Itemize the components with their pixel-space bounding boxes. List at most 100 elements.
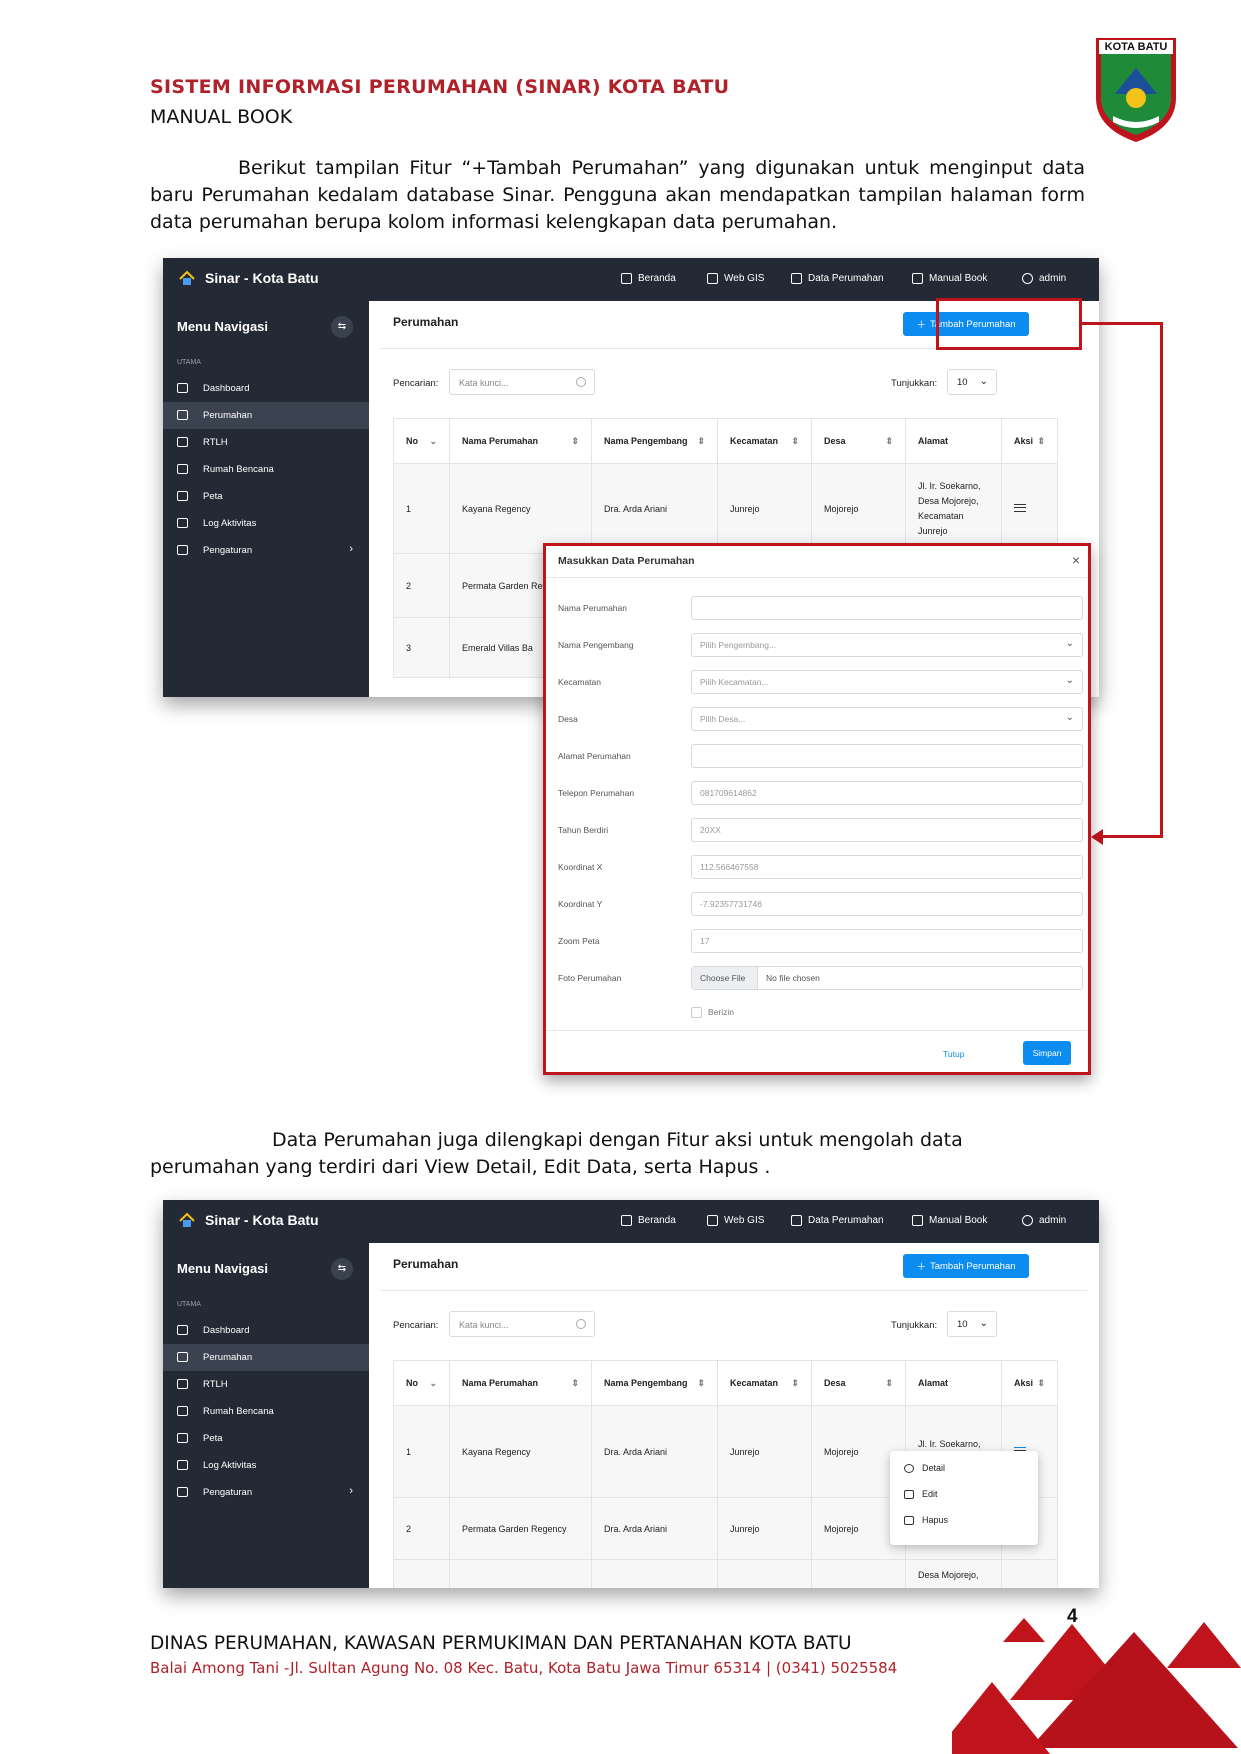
header-kecamatan[interactable]: Kecamatan ⇕ [717,418,812,464]
header-desa[interactable]: Desa ⇕ [811,1360,906,1406]
nav-webgis[interactable]: Web GIS [707,1215,764,1226]
edit-menu-item[interactable]: Edit [904,1489,938,1499]
header-no[interactable]: No ⌄ [393,418,450,464]
document-icon [791,273,802,284]
add-perumahan-button[interactable]: ＋ Tambah Perumahan [903,1254,1029,1278]
save-button[interactable]: Simpan [1023,1041,1071,1065]
nav-user[interactable]: admin [1022,273,1066,284]
close-button[interactable]: Tutup [943,1049,964,1059]
search-label: Pencarian: [393,1320,439,1331]
nav-beranda[interactable]: Beranda [621,273,676,284]
home-icon [621,273,632,284]
kota-batu-logo: KOTA BATU [1093,36,1179,144]
nama-perumahan-input[interactable] [691,596,1083,620]
sidebar-toggle-icon[interactable]: ⇆ [331,1258,353,1280]
arrow-left-icon [1091,829,1103,845]
flag-icon [177,1379,188,1389]
paragraph-intro: Berikut tampilan Fitur “+Tambah Perumaha… [150,157,1085,233]
sidebar-item-rtlh[interactable]: RTLH [163,1371,369,1398]
nav-manual-book[interactable]: Manual Book [912,1215,987,1226]
header-kecamatan[interactable]: Kecamatan ⇕ [717,1360,812,1406]
header-alamat: Alamat [905,1360,1002,1406]
sidebar-item-log-aktivitas[interactable]: Log Aktivitas [163,1452,369,1479]
close-icon[interactable]: × [1072,552,1080,568]
divider [546,1030,1088,1031]
header-pengembang[interactable]: Nama Pengembang ⇕ [591,418,718,464]
sidebar-item-log-aktivitas[interactable]: Log Aktivitas [163,510,369,537]
map-icon [177,1433,188,1443]
sidebar-section: UTAMA [177,359,201,366]
eye-icon [904,1463,914,1473]
book-icon [912,273,923,284]
home-icon [177,383,188,393]
show-label: Tunjukkan: [891,1320,938,1331]
nav-beranda[interactable]: Beranda [621,1215,676,1226]
nav-user[interactable]: admin [1022,1215,1066,1226]
map-icon [177,491,188,501]
paragraph-actions: Data Perumahan juga dilengkapi dengan Fi… [150,1129,963,1178]
sidebar-title: Menu Navigasi [177,1261,269,1276]
choose-file-button[interactable]: Choose File [692,967,758,989]
alamat-input[interactable] [691,744,1083,768]
folder-icon [177,410,188,420]
chevron-down-icon: ⌄ [1065,638,1074,649]
desa-select[interactable]: Pilih Desa... ⌄ [691,707,1083,731]
sidebar-item-peta[interactable]: Peta [163,483,369,510]
search-input[interactable]: Kata kunci... [449,369,595,395]
sidebar-item-rtlh[interactable]: RTLH [163,429,369,456]
page-size-select[interactable]: 10 ⌄ [947,369,997,395]
sidebar-item-dashboard[interactable]: Dashboard [163,375,369,402]
tahun-berdiri-input[interactable]: 20XX [691,818,1083,842]
nav-data-perumahan[interactable]: Data Perumahan [791,273,884,284]
chevron-down-icon: ⌄ [1065,712,1074,723]
header-nama[interactable]: Nama Perumahan ⇕ [449,1360,592,1406]
header-desa[interactable]: Desa ⇕ [811,418,906,464]
document-icon [791,1215,802,1226]
page-size-select[interactable]: 10 ⌄ [947,1311,997,1337]
page-title: Perumahan [393,315,459,329]
nav-data-perumahan[interactable]: Data Perumahan [791,1215,884,1226]
header-no[interactable]: No ⌄ [393,1360,450,1406]
header-aksi[interactable]: Aksi ⇕ [1001,418,1058,464]
sidebar-item-peta[interactable]: Peta [163,1425,369,1452]
home-icon [621,1215,632,1226]
nama-pengembang-select[interactable]: Pilih Pengembang... ⌄ [691,633,1083,657]
header-nama[interactable]: Nama Perumahan ⇕ [449,418,592,464]
activity-icon [177,518,188,528]
sidebar-item-rumah-bencana[interactable]: Rumah Bencana [163,456,369,483]
sidebar-item-pengaturan[interactable]: Pengaturan › [163,537,369,564]
top-navbar: Sinar - Kota Batu Beranda Web GIS Data P… [163,1200,1099,1243]
footer-institution: DINAS PERUMAHAN, KAWASAN PERMUKIMAN DAN … [150,1633,852,1654]
add-perumahan-modal: Masukkan Data Perumahan × Nama Perumahan… [543,543,1091,1075]
sidebar-item-perumahan[interactable]: Perumahan [163,402,369,429]
chevron-down-icon: ⌄ [1065,675,1074,686]
foto-file-input[interactable]: Choose File No file chosen [691,966,1083,990]
search-icon [576,1319,586,1329]
header-pengembang[interactable]: Nama Pengembang ⇕ [591,1360,718,1406]
plus-icon: ＋ [916,320,926,331]
hapus-menu-item[interactable]: Hapus [904,1515,948,1525]
sidebar-item-pengaturan[interactable]: Pengaturan › [163,1479,369,1506]
folder-icon [177,1352,188,1362]
detail-menu-item[interactable]: Detail [904,1463,945,1473]
zoom-peta-input[interactable]: 17 [691,929,1083,953]
koordinat-x-input[interactable]: 112.566467558 [691,855,1083,879]
action-menu-icon[interactable] [1001,463,1058,554]
sidebar-item-dashboard[interactable]: Dashboard [163,1317,369,1344]
nav-manual-book[interactable]: Manual Book [912,273,987,284]
telepon-input[interactable]: 081709614862 [691,781,1083,805]
header-aksi[interactable]: Aksi ⇕ [1001,1360,1058,1406]
berizin-checkbox[interactable] [691,1007,702,1018]
nav-webgis[interactable]: Web GIS [707,273,764,284]
sidebar-item-perumahan[interactable]: Perumahan [163,1344,369,1371]
map-icon [707,273,718,284]
koordinat-y-input[interactable]: -7.92357731746 [691,892,1083,916]
plus-icon: ＋ [916,1262,926,1273]
search-input[interactable]: Kata kunci... [449,1311,595,1337]
berizin-label: Berizin [708,1007,734,1017]
kecamatan-select[interactable]: Pilih Kecamatan... ⌄ [691,670,1083,694]
search-label: Pencarian: [393,378,439,389]
sidebar-item-rumah-bencana[interactable]: Rumah Bencana [163,1398,369,1425]
brand-name: Sinar - Kota Batu [205,270,319,286]
sidebar-toggle-icon[interactable]: ⇆ [331,316,353,338]
